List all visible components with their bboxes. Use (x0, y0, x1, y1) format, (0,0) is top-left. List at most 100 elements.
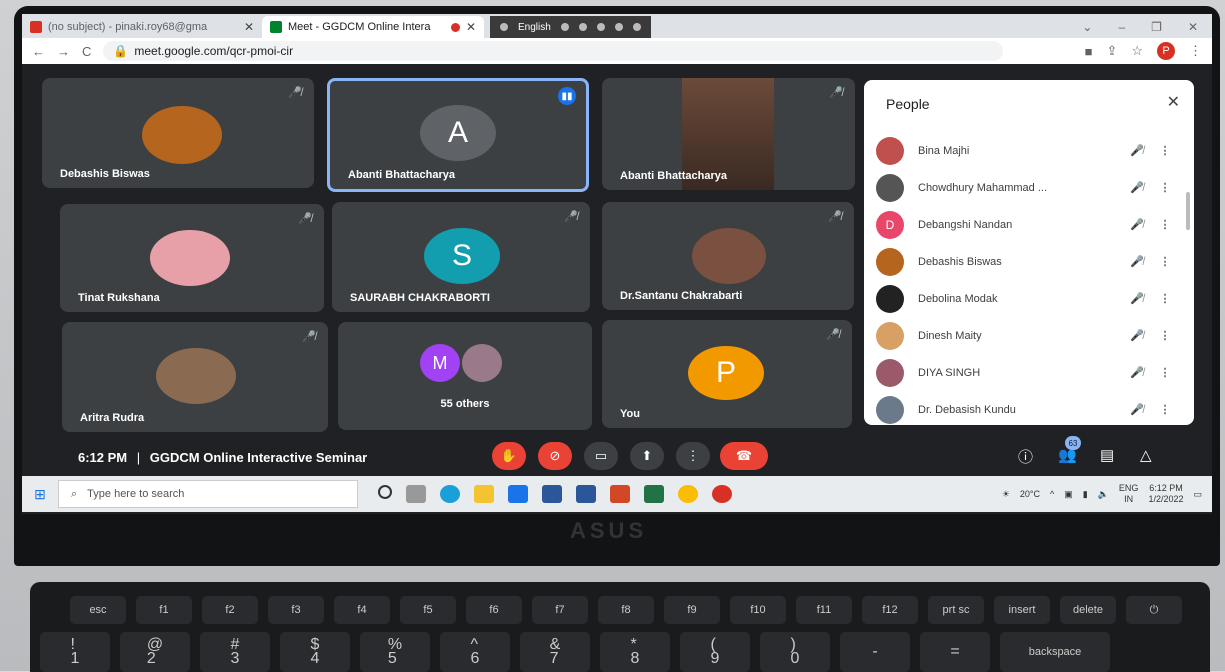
word-icon[interactable] (576, 485, 596, 503)
language-indicator[interactable]: ENG IN (1119, 483, 1139, 505)
network-icon[interactable]: ▣ (1064, 489, 1073, 500)
mic-off-icon[interactable]: 🎤̸ (1120, 218, 1154, 231)
forward-icon[interactable]: → (57, 44, 70, 59)
scrollbar[interactable] (1186, 192, 1190, 230)
list-item[interactable]: D Debangshi Nandan 🎤̸ ⋮ (876, 206, 1176, 243)
ime-icon (632, 23, 641, 31)
powerpoint-icon[interactable] (610, 485, 630, 503)
info-icon[interactable]: ⓘ (1018, 446, 1033, 467)
share-icon[interactable]: ⇪ (1106, 43, 1117, 59)
task-view-icon[interactable] (406, 485, 426, 503)
notifications-icon[interactable]: ▭ (1193, 489, 1202, 500)
tab-meet[interactable]: Meet - GGDCM Online Intera ✕ (262, 16, 484, 38)
participant-tile[interactable]: 🎤̸ Aritra Rudra (62, 322, 328, 432)
mic-off-icon[interactable]: 🎤̸ (1120, 181, 1154, 194)
list-item[interactable]: Chowdhury Mahammad ... 🎤̸ ⋮ (876, 169, 1176, 206)
participant-tile[interactable]: 🎤̸ Dr.Santanu Chakrabarti (602, 202, 854, 310)
participant-name: Dinesh Maity (918, 329, 982, 342)
separator: | (136, 450, 141, 465)
avatar: P (688, 346, 764, 400)
people-panel: People ✕ Bina Majhi 🎤̸ ⋮ Chowdhury Mahamma… (864, 80, 1194, 425)
close-tab-icon[interactable]: ✕ (244, 20, 254, 34)
list-item[interactable]: Dinesh Maity 🎤̸ ⋮ (876, 317, 1176, 354)
menu-icon[interactable]: ⋮ (1189, 43, 1202, 59)
excel-icon[interactable] (644, 485, 664, 503)
list-item[interactable]: Dr. Debasish Kundu 🎤̸ ⋮ (876, 391, 1176, 428)
star-icon[interactable]: ☆ (1131, 43, 1143, 59)
chevron-up-icon[interactable]: ^ (1050, 489, 1054, 499)
keyboard-key: ! 1 (40, 632, 110, 672)
more-options-icon[interactable]: ⋮ (1154, 366, 1176, 379)
camera-icon[interactable]: ■ (1085, 44, 1093, 59)
mic-off-icon[interactable]: 🎤̸ (1120, 255, 1154, 268)
more-options-icon[interactable]: ⋮ (1154, 255, 1176, 268)
clock-time: 6:12 PM (1149, 483, 1183, 493)
mic-off-icon[interactable]: 🎤̸ (1120, 366, 1154, 379)
participant-name: Dr. Debasish Kundu (918, 403, 1016, 416)
more-options-icon[interactable]: ⋮ (1154, 292, 1176, 305)
keyboard-key: = (920, 632, 990, 672)
meet-icon (270, 21, 282, 33)
close-window-icon[interactable]: ✕ (1188, 20, 1198, 34)
others-tile[interactable]: M 55 others (338, 322, 592, 430)
minimize-icon[interactable]: ⌄ (1082, 20, 1092, 34)
reload-icon[interactable]: C (82, 44, 91, 59)
mic-off-icon[interactable]: 🎤̸ (1120, 329, 1154, 342)
self-tile[interactable]: P 🎤̸ You (602, 320, 852, 428)
list-item[interactable]: Bina Majhi 🎤̸ ⋮ (876, 132, 1176, 169)
list-item[interactable]: DIYA SINGH 🎤̸ ⋮ (876, 354, 1176, 391)
mic-off-icon[interactable]: 🎤̸ (1120, 292, 1154, 305)
close-tab-icon[interactable]: ✕ (466, 20, 476, 34)
battery-icon[interactable]: ▮ (1083, 489, 1088, 500)
camera-toggle-button[interactable]: ⊘ (538, 442, 572, 470)
language-bar[interactable]: English (490, 16, 651, 38)
antivirus-icon[interactable] (712, 485, 732, 503)
more-options-icon[interactable]: ⋮ (1154, 403, 1176, 416)
address-bar-row: ← → C 🔒 meet.google.com/qcr-pmoi-cir ■ ⇪… (22, 38, 1212, 64)
list-item[interactable]: Debolina Modak 🎤̸ ⋮ (876, 280, 1176, 317)
volume-icon[interactable]: 🔈 (1098, 489, 1109, 500)
participant-tile[interactable]: S 🎤̸ SAURABH CHAKRABORTI (332, 202, 590, 312)
participant-tile[interactable]: A ▮▮ Abanti Bhattacharya (327, 78, 589, 192)
file-explorer-icon[interactable] (474, 485, 494, 503)
mic-off-icon[interactable]: 🎤̸ (1120, 144, 1154, 157)
profile-avatar[interactable]: P (1157, 42, 1175, 60)
tab-gmail[interactable]: (no subject) - pinaki.roy68@gma ✕ (22, 16, 262, 38)
restore-icon[interactable]: ❐ (1151, 20, 1162, 34)
weather-icon[interactable]: ☀ (1002, 489, 1010, 500)
edge-icon[interactable] (440, 485, 460, 503)
participant-tile[interactable]: 🎤̸ Abanti Bhattacharya (602, 78, 855, 190)
chat-icon[interactable]: ▤ (1100, 446, 1114, 464)
chrome-icon[interactable] (678, 485, 698, 503)
url-field[interactable]: 🔒 meet.google.com/qcr-pmoi-cir (103, 41, 1004, 61)
captions-button[interactable]: ▭ (584, 442, 618, 470)
more-options-icon[interactable]: ⋮ (1154, 181, 1176, 194)
meeting-info: 6:12 PM | GGDCM Online Interactive Semin… (78, 450, 367, 465)
taskbar-search[interactable]: ⌕ Type here to search (58, 480, 358, 508)
list-item[interactable]: Debashis Biswas 🎤̸ ⋮ (876, 243, 1176, 280)
back-icon[interactable]: ← (32, 44, 45, 59)
more-options-icon[interactable]: ⋮ (1154, 218, 1176, 231)
more-options-button[interactable]: ⋮ (676, 442, 710, 470)
number-key-row: ! 1 @ 2 # 3 $ 4% 5 ^ 6 & 7 * 8( 9) 0- = backspac… (40, 632, 1110, 672)
ime-icon (500, 23, 508, 31)
present-button[interactable]: ⬆ (630, 442, 664, 470)
participant-tile[interactable]: 🎤̸ Tinat Rukshana (60, 204, 324, 312)
leave-call-button[interactable]: ☎ (720, 442, 768, 470)
activities-icon[interactable]: △ (1140, 446, 1152, 464)
cortana-icon[interactable] (378, 485, 392, 499)
participant-name: Debangshi Nandan (918, 218, 1013, 231)
mic-off-icon[interactable]: 🎤̸ (1120, 403, 1154, 416)
windows-start-icon[interactable]: ⊞ (22, 486, 58, 503)
ime-icon (614, 23, 623, 31)
taskbar-clock[interactable]: 6:12 PM 1/2/2022 (1148, 483, 1183, 505)
mic-toggle-button[interactable]: ✋ (492, 442, 526, 470)
more-options-icon[interactable]: ⋮ (1154, 329, 1176, 342)
maximize-icon[interactable]: – (1118, 20, 1125, 34)
mail-icon[interactable] (508, 485, 528, 503)
close-icon[interactable]: ✕ (1167, 92, 1180, 112)
more-options-icon[interactable]: ⋮ (1154, 144, 1176, 157)
participant-tile[interactable]: 🎤̸ Debashis Biswas (42, 78, 314, 188)
temperature[interactable]: 20°C (1020, 489, 1040, 499)
photos-icon[interactable] (542, 485, 562, 503)
